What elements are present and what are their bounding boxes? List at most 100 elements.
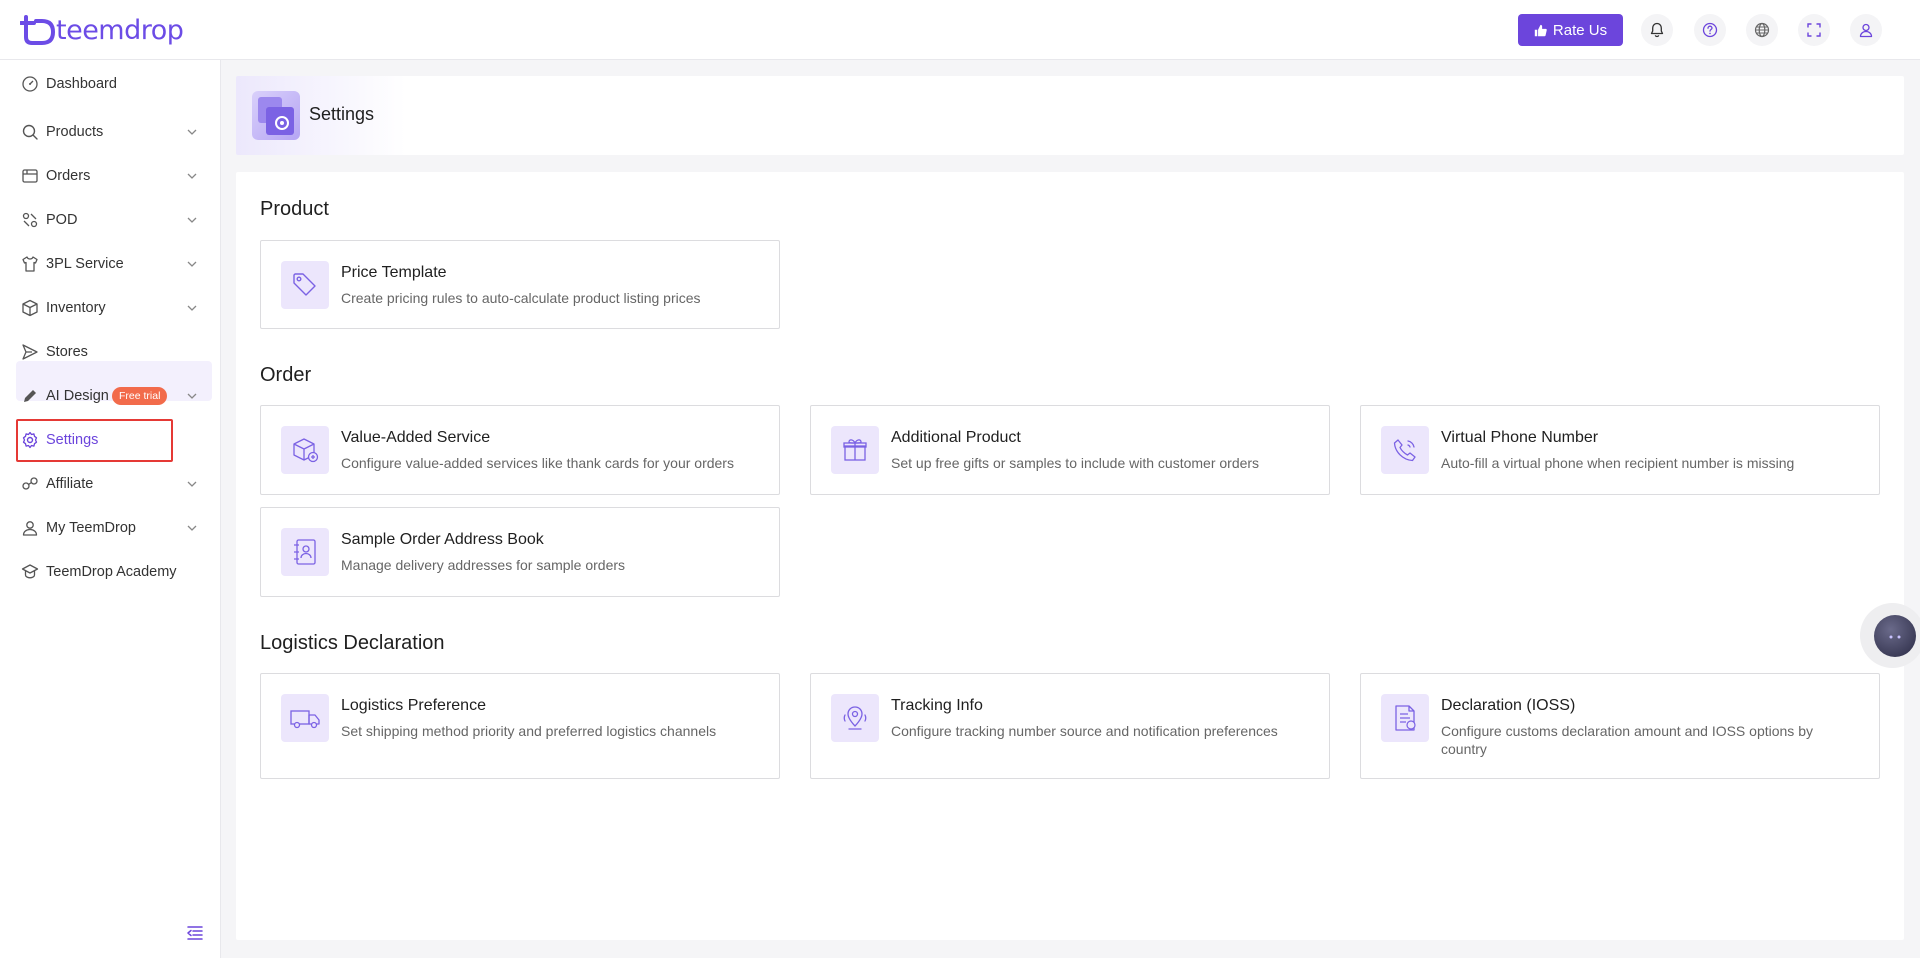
logo-text: teemdrop: [56, 14, 184, 46]
notifications-button[interactable]: [1641, 14, 1673, 46]
sidebar-item-teemdrop-academy[interactable]: TeemDrop Academy: [0, 554, 221, 590]
sidebar-item-orders[interactable]: Orders: [0, 158, 221, 194]
chevron-down-icon: [187, 481, 197, 487]
chevron-down-icon: [187, 217, 197, 223]
sidebar-item-label: Orders: [46, 168, 91, 184]
pen-icon: [20, 386, 40, 406]
box-icon: [20, 298, 40, 318]
chevron-down-icon: [187, 261, 197, 267]
card-virtual-phone-number[interactable]: Virtual Phone Number Auto-fill a virtual…: [1360, 405, 1880, 495]
truck-icon: [281, 694, 329, 742]
sidebar-item-stores[interactable]: Stores: [0, 334, 221, 370]
address-book-icon: [281, 528, 329, 576]
sidebar-item-my-teemdrop[interactable]: My TeemDrop: [0, 510, 221, 546]
section-title-order: Order: [260, 364, 312, 386]
card-description: Set up free gifts or samples to include …: [891, 455, 1260, 471]
logo-mark-icon: [20, 15, 56, 45]
sidebar-item-inventory[interactable]: Inventory: [0, 290, 221, 326]
sidebar-item-label: Stores: [46, 344, 88, 360]
card-description: Create pricing rules to auto-calculate p…: [341, 290, 701, 306]
card-logistics-preference[interactable]: Logistics Preference Set shipping method…: [260, 673, 780, 779]
collapse-sidebar-icon[interactable]: [186, 924, 204, 942]
fullscreen-button[interactable]: [1798, 14, 1830, 46]
sidebar-item-label: TeemDrop Academy: [46, 564, 177, 580]
card-title: Tracking Info: [891, 697, 983, 714]
card-value-added-service[interactable]: Value-Added Service Configure value-adde…: [260, 405, 780, 495]
chevron-down-icon: [187, 129, 197, 135]
sidebar-item-label: Affiliate: [46, 476, 94, 492]
section-title-product: Product: [260, 198, 329, 220]
user-menu-button[interactable]: [1850, 14, 1882, 46]
chevron-down-icon: [187, 525, 197, 531]
academy-icon: [20, 562, 40, 582]
card-description: Manage delivery addresses for sample ord…: [341, 557, 626, 573]
sidebar-item-pod[interactable]: POD: [0, 202, 221, 238]
sidebar-item-label: POD: [46, 212, 78, 228]
card-additional-product[interactable]: Additional Product Set up free gifts or …: [810, 405, 1330, 495]
card-description: Configure value-added services like than…: [341, 455, 734, 471]
page-header: Settings: [236, 76, 1904, 155]
card-title: Virtual Phone Number: [1441, 429, 1599, 446]
sidebar-item-label: 3PL Service: [46, 256, 124, 272]
sidebar-item-3pl-service[interactable]: 3PL Service: [0, 246, 221, 282]
card-description: Configure tracking number source and not…: [891, 723, 1278, 739]
settings-content: Product Price Template Create pricing ru…: [236, 172, 1904, 940]
settings-folder-icon: [252, 91, 300, 140]
chevron-down-icon: [187, 305, 197, 311]
card-description: Configure customs declaration amount and…: [1441, 723, 1813, 757]
sidebar-item-affiliate[interactable]: Affiliate: [0, 466, 221, 502]
sidebar-item-label: Settings: [46, 432, 99, 448]
sidebar-item-settings[interactable]: Settings: [0, 422, 221, 458]
gear-icon: [20, 430, 40, 450]
package-plus-icon: [281, 426, 329, 474]
bell-icon: [1650, 22, 1664, 38]
location-pin-icon: [831, 694, 879, 742]
document-icon: [1381, 694, 1429, 742]
orders-icon: [20, 166, 40, 186]
card-price-template[interactable]: Price Template Create pricing rules to a…: [260, 240, 780, 329]
card-description: Auto-fill a virtual phone when recipient…: [1441, 455, 1795, 471]
sidebar-item-label: My TeemDrop: [46, 520, 136, 536]
rate-us-button[interactable]: Rate Us: [1518, 14, 1623, 46]
user-icon: [20, 518, 40, 538]
dashboard-icon: [20, 74, 40, 94]
card-sample-order-address-book[interactable]: Sample Order Address Book Manage deliver…: [260, 507, 780, 597]
card-title: Price Template: [341, 264, 447, 281]
globe-icon: [1754, 22, 1770, 38]
affiliate-icon: [20, 474, 40, 494]
card-title: Declaration (IOSS): [1441, 697, 1576, 714]
card-title: Logistics Preference: [341, 697, 486, 714]
page-title: Settings: [309, 104, 375, 124]
help-icon: [1702, 22, 1718, 38]
pod-icon: [20, 210, 40, 230]
price-tag-icon: [281, 261, 329, 309]
chat-assistant-icon: [1874, 615, 1916, 657]
sidebar-item-ai-design[interactable]: AI Design Free trial: [0, 378, 221, 414]
card-declaration-ioss[interactable]: Declaration (IOSS) Configure customs dec…: [1360, 673, 1880, 779]
send-icon: [20, 342, 40, 362]
fullscreen-icon: [1807, 23, 1821, 37]
teemdrop-logo[interactable]: teemdrop: [20, 12, 184, 48]
sidebar-item-products[interactable]: Products: [0, 114, 221, 150]
language-button[interactable]: [1746, 14, 1778, 46]
sidebar: [0, 60, 221, 958]
rate-us-label: Rate Us: [1552, 21, 1608, 39]
sidebar-item-label: Inventory: [46, 300, 106, 316]
sidebar-item-label: Products: [46, 124, 104, 140]
sidebar-item-dashboard[interactable]: Dashboard: [0, 66, 221, 102]
search-icon: [20, 122, 40, 142]
shirt-icon: [20, 254, 40, 274]
help-button[interactable]: [1694, 14, 1726, 46]
gift-icon: [831, 426, 879, 474]
user-icon: [1859, 23, 1873, 38]
card-title: Additional Product: [891, 429, 1021, 446]
chevron-down-icon: [187, 173, 197, 179]
sidebar-item-label: AI Design: [46, 388, 109, 404]
card-description: Set shipping method priority and preferr…: [341, 723, 717, 739]
sidebar-item-label: Dashboard: [46, 76, 117, 92]
thumbs-up-icon: [1534, 24, 1547, 36]
card-tracking-info[interactable]: Tracking Info Configure tracking number …: [810, 673, 1330, 779]
free-trial-badge: Free trial: [112, 387, 168, 405]
top-header: teemdrop Rate Us: [0, 0, 1920, 60]
section-title-logistics: Logistics Declaration: [260, 632, 445, 654]
